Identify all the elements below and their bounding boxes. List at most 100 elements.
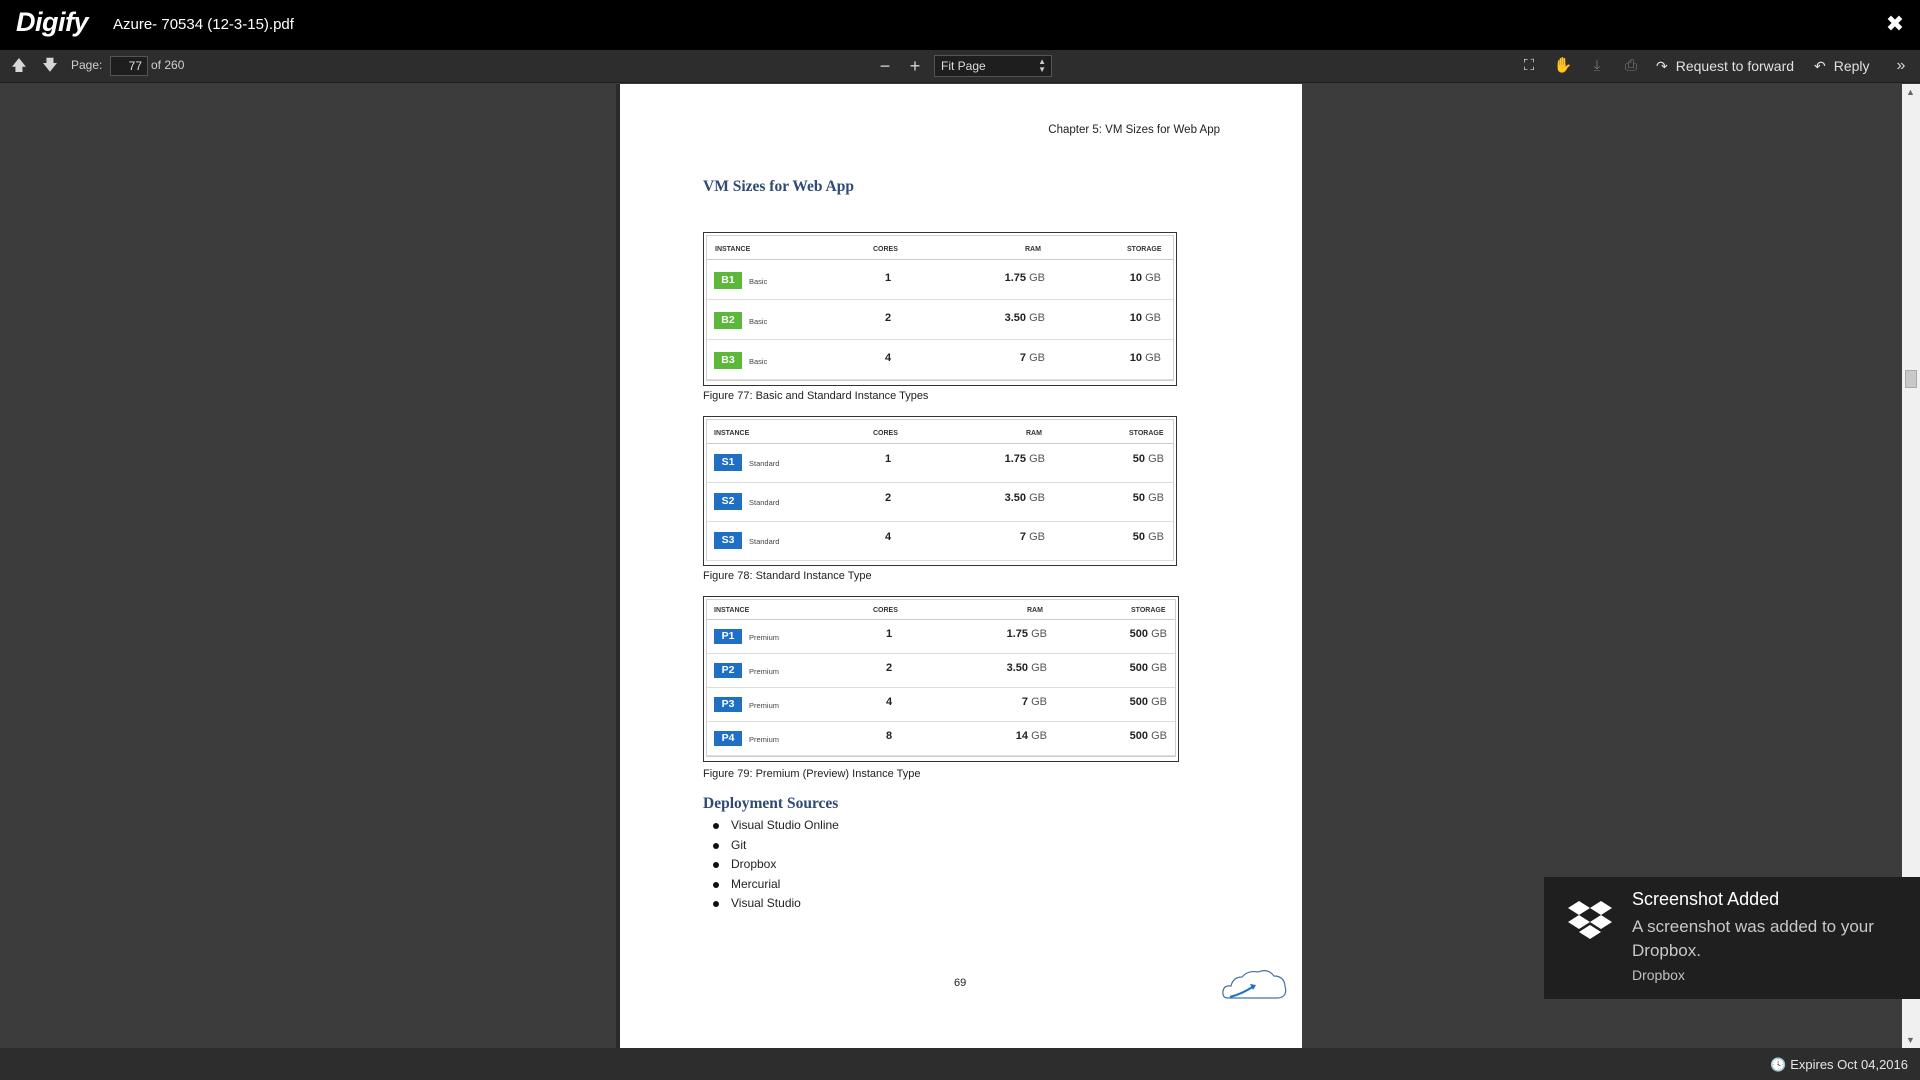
storage-value: 10 GB (1129, 352, 1161, 364)
table-row: S1 Standard 1 1.75 GB 50 GB (707, 444, 1173, 483)
header-ram: RAM (1027, 607, 1043, 614)
header-instance: INSTANCE (715, 246, 751, 253)
toolbar: 🡅 🡇 Page: of 260 − + Fit Page ▲▼ ⛶ ✋ ⤓ ⎙… (0, 50, 1920, 83)
expiry-info: 🕓 Expires Oct 04,2016 (1770, 1057, 1908, 1073)
cores-value: 2 (885, 312, 892, 324)
instance-tier: Basic (749, 277, 768, 286)
storage-value: 50 GB (1132, 453, 1164, 465)
ram-value: 7 GB (1021, 696, 1047, 708)
list-item: Dropbox (703, 855, 839, 875)
header-instance: INSTANCE (714, 607, 750, 614)
instance-badge: B1 (714, 272, 742, 289)
hand-tool-icon[interactable]: ✋ (1552, 55, 1574, 77)
select-arrows-icon: ▲ ▼ (1038, 57, 1046, 74)
status-bar: 🕓 Expires Oct 04,2016 (0, 1048, 1920, 1080)
figure-caption: Figure 79: Premium (Preview) Instance Ty… (703, 768, 921, 780)
instance-tier: Standard (749, 498, 780, 507)
scroll-thumb[interactable] (1905, 370, 1917, 388)
header-cores: CORES (873, 246, 898, 253)
header-cores: CORES (873, 430, 898, 437)
chapter-header: Chapter 5: VM Sizes for Web App (1048, 124, 1220, 136)
document-title: Azure- 70534 (12-3-15).pdf (113, 16, 294, 33)
download-icon[interactable]: ⤓ (1586, 55, 1608, 77)
ram-value: 1.75 GB (1004, 272, 1045, 284)
app-logo: Digify (16, 7, 89, 37)
dropbox-icon (1568, 901, 1612, 939)
notification-title: Screenshot Added (1632, 889, 1780, 909)
previous-page-button[interactable]: 🡅 (8, 55, 30, 77)
storage-value: 10 GB (1129, 272, 1161, 284)
dropbox-notification[interactable]: Screenshot Added A screenshot was added … (1544, 877, 1920, 999)
scroll-up-arrow-icon[interactable]: ▲ (1906, 87, 1915, 97)
premium-instance-table: INSTANCE CORES RAM STORAGE P1 Premium 1 … (703, 596, 1179, 762)
table-row: P2 Premium 2 3.50 GB 500 GB (707, 654, 1175, 688)
instance-tier: Premium (749, 633, 780, 642)
instance-tier: Standard (749, 459, 780, 468)
cores-value: 4 (886, 696, 893, 708)
page-label: Page: (71, 58, 103, 72)
ram-value: 3.50 GB (1006, 662, 1047, 674)
zoom-out-button[interactable]: − (874, 55, 896, 77)
storage-value: 500 GB (1129, 696, 1167, 708)
table-row: P4 Premium 8 14 GB 500 GB (707, 722, 1175, 756)
more-icon[interactable]: » (1890, 55, 1912, 77)
figure-caption: Figure 78: Standard Instance Type (703, 570, 872, 582)
instance-badge: B2 (714, 312, 742, 329)
reply-button[interactable]: ↶ Reply (1814, 58, 1870, 75)
instance-tier: Basic (749, 357, 768, 366)
print-icon[interactable]: ⎙ (1620, 55, 1642, 77)
storage-value: 50 GB (1132, 531, 1164, 543)
request-forward-button[interactable]: ↷ Request to forward (1656, 58, 1794, 75)
fullscreen-icon[interactable]: ⛶ (1518, 55, 1540, 77)
page-number-input[interactable] (110, 56, 148, 76)
cores-value: 4 (885, 352, 892, 364)
header-storage: STORAGE (1131, 607, 1166, 614)
expiry-text: Expires Oct 04,2016 (1790, 1057, 1908, 1072)
next-page-button[interactable]: 🡇 (39, 55, 61, 77)
cores-value: 1 (885, 272, 892, 284)
title-bar: Digify Azure- 70534 (12-3-15).pdf ✖ (0, 0, 1920, 50)
cores-value: 8 (886, 730, 893, 742)
table-row: B2 Basic 2 3.50 GB 10 GB (707, 300, 1173, 340)
zoom-value: Fit Page (941, 59, 986, 73)
close-button[interactable]: ✖ (1882, 11, 1908, 37)
cores-value: 4 (885, 531, 892, 543)
storage-value: 500 GB (1129, 730, 1167, 742)
table-header: INSTANCE CORES RAM STORAGE (707, 600, 1175, 620)
scroll-down-arrow-icon[interactable]: ▼ (1906, 1035, 1915, 1045)
table-row: P1 Premium 1 1.75 GB 500 GB (707, 620, 1175, 654)
instance-tier: Standard (749, 537, 780, 546)
zoom-in-button[interactable]: + (904, 55, 926, 77)
instance-badge: S3 (714, 532, 742, 549)
reply-label: Reply (1833, 58, 1870, 74)
instance-tier: Premium (749, 735, 780, 744)
ram-value: 3.50 GB (1004, 312, 1045, 324)
header-ram: RAM (1026, 430, 1042, 437)
instance-badge: P4 (714, 731, 742, 746)
table-row: S2 Standard 2 3.50 GB 50 GB (707, 483, 1173, 522)
table-row: B3 Basic 4 7 GB 10 GB (707, 340, 1173, 380)
cores-value: 1 (886, 628, 893, 640)
notification-source: Dropbox (1632, 967, 1685, 983)
instance-badge: S1 (714, 454, 742, 471)
storage-value: 50 GB (1132, 492, 1164, 504)
notification-message: A screenshot was added to your Dropbox. (1632, 917, 1874, 960)
list-item: Visual Studio Online (703, 816, 839, 836)
storage-value: 500 GB (1129, 628, 1167, 640)
ram-value: 7 GB (1019, 352, 1045, 364)
ram-value: 14 GB (1015, 730, 1047, 742)
pdf-page: Chapter 5: VM Sizes for Web App VM Sizes… (620, 84, 1302, 1048)
cloud-logo-icon (1222, 970, 1287, 999)
header-cores: CORES (873, 607, 898, 614)
header-ram: RAM (1025, 246, 1041, 253)
deployment-sources-list: Visual Studio Online Git Dropbox Mercuri… (703, 816, 839, 914)
zoom-select[interactable]: Fit Page ▲ ▼ (934, 55, 1052, 77)
table-row: S3 Standard 4 7 GB 50 GB (707, 522, 1173, 561)
cores-value: 2 (885, 492, 892, 504)
page-total: of 260 (151, 58, 185, 72)
header-instance: INSTANCE (714, 430, 750, 437)
instance-badge: S2 (714, 493, 742, 510)
request-forward-label: Request to forward (1675, 58, 1795, 74)
list-item: Git (703, 836, 839, 856)
basic-instance-table: INSTANCE CORES RAM STORAGE B1 Basic 1 1.… (703, 232, 1177, 386)
